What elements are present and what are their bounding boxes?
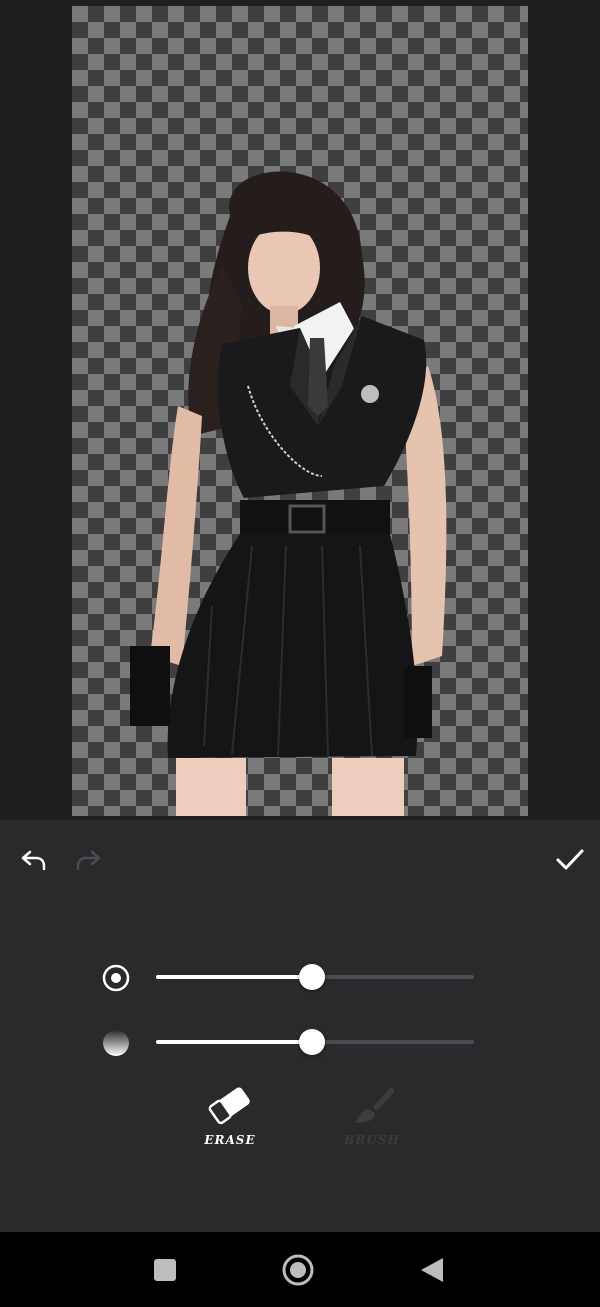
subject-cutout-image[interactable]	[72, 6, 528, 816]
brush-size-slider-fill	[156, 975, 312, 979]
editor-control-panel: ERASE BRUSH	[0, 820, 600, 1232]
redo-button[interactable]	[70, 842, 106, 878]
brush-mode-button[interactable]: BRUSH	[322, 1075, 422, 1155]
brush-hardness-slider-thumb[interactable]	[298, 1029, 325, 1055]
brush-icon	[355, 1087, 395, 1123]
brush-size-slider[interactable]	[156, 964, 474, 990]
redo-icon	[76, 850, 101, 871]
undo-icon	[21, 850, 46, 871]
erase-mode-label: ERASE	[204, 1133, 256, 1147]
brush-size-slider-row	[100, 960, 480, 994]
recents-icon	[154, 1259, 176, 1281]
brush-hardness-slider-fill	[156, 1040, 312, 1044]
undo-button[interactable]	[16, 842, 52, 878]
brush-hardness-slider[interactable]	[156, 1029, 474, 1055]
brush-hardness-icon	[103, 1030, 129, 1056]
back-icon	[421, 1258, 443, 1282]
home-button[interactable]	[280, 1252, 316, 1288]
done-button[interactable]	[552, 842, 588, 878]
brush-mode-label: BRUSH	[344, 1133, 400, 1147]
home-icon	[282, 1254, 314, 1286]
brush-hardness-slider-row	[100, 1025, 480, 1059]
recents-button[interactable]	[147, 1252, 183, 1288]
brush-size-slider-thumb[interactable]	[298, 964, 325, 990]
back-button[interactable]	[414, 1252, 450, 1288]
transparency-checkerboard[interactable]	[72, 6, 528, 816]
brush-size-icon	[102, 964, 130, 992]
system-navigation-bar	[0, 1232, 600, 1307]
checkmark-icon	[556, 849, 584, 870]
editing-canvas-area	[0, 0, 600, 820]
erase-mode-button[interactable]: ERASE	[180, 1075, 280, 1155]
eraser-icon	[208, 1087, 250, 1125]
